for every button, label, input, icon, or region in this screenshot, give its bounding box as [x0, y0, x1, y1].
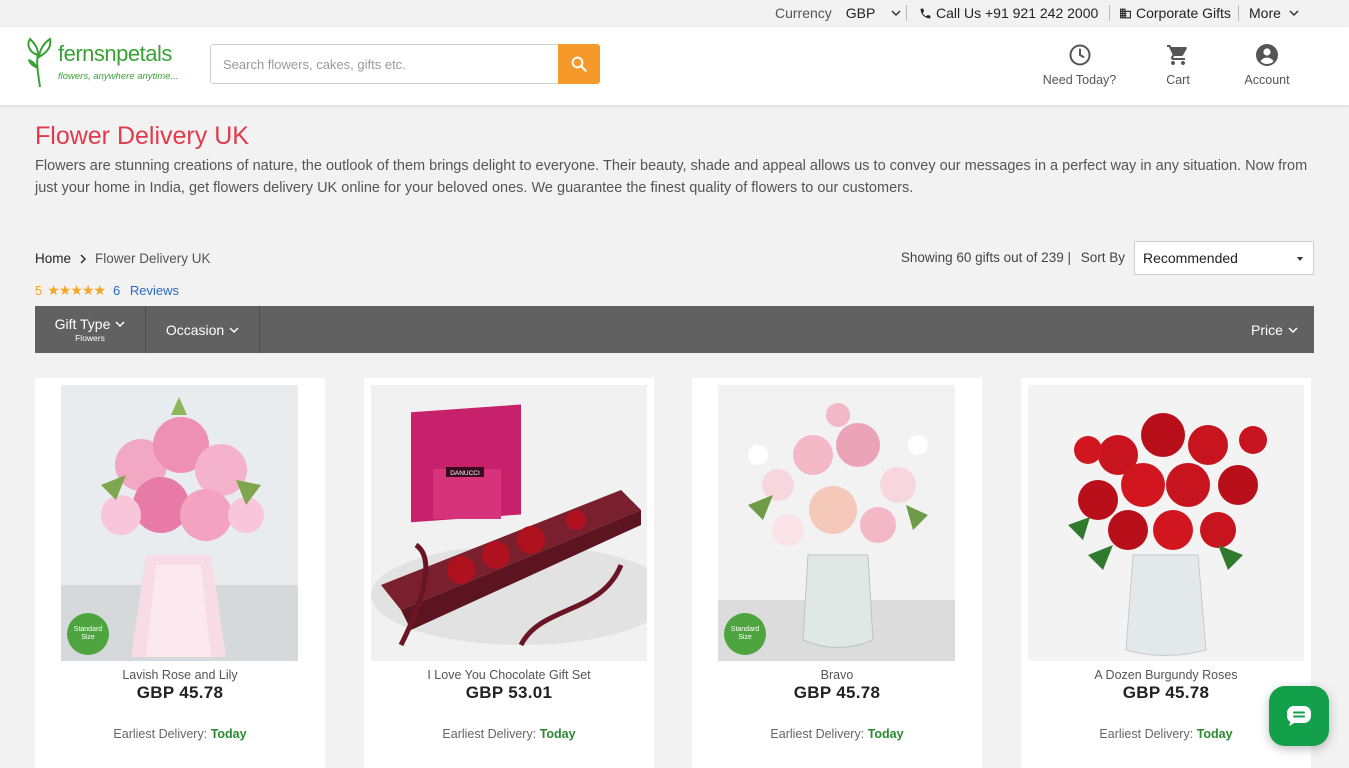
breadcrumb-current: Flower Delivery UK: [95, 251, 211, 266]
divider: [906, 5, 907, 21]
earliest-delivery: Earliest Delivery: Today: [692, 727, 982, 741]
chevron-down-icon: [229, 326, 239, 333]
product-price: GBP 53.01: [465, 683, 553, 702]
corporate-gifts-label: Corporate Gifts: [1136, 5, 1231, 21]
currency-label: Currency: [775, 5, 832, 21]
product-card[interactable]: Standard Size Bravo GBP 45.78 Earliest D…: [692, 378, 982, 768]
building-icon: [1120, 8, 1131, 18]
phone-icon: [920, 8, 931, 18]
burgundy-roses-vase-image: [1028, 385, 1304, 661]
product-price: GBP 45.78: [136, 683, 224, 702]
filter-occasion[interactable]: Occasion: [146, 306, 260, 353]
product-name[interactable]: Lavish Rose and Lily: [35, 668, 325, 682]
chat-button[interactable]: [1269, 686, 1329, 746]
danucci-box-label: DANUCCI: [450, 470, 480, 477]
earliest-delivery: Earliest Delivery: Today: [35, 727, 325, 741]
chevron-down-icon: [1288, 326, 1298, 333]
search-button[interactable]: [558, 44, 600, 84]
need-today-label: Need Today?: [1042, 73, 1117, 87]
call-us-label: Call Us +91 921 242 2000: [936, 5, 1099, 21]
page-title: Flower Delivery UK: [35, 122, 249, 150]
sort-selected-value: Recommended: [1143, 250, 1238, 266]
earliest-delivery: Earliest Delivery: Today: [364, 727, 654, 741]
filter-occasion-label: Occasion: [165, 321, 225, 338]
divider: [1238, 5, 1239, 21]
flower-logo-icon: [27, 37, 52, 88]
sort-by-label: Sort By: [1080, 250, 1125, 265]
reviews-count: 6: [113, 283, 121, 298]
delivery-value: Today: [1196, 727, 1233, 741]
filter-price-label: Price: [1251, 321, 1283, 338]
product-name[interactable]: Bravo: [692, 668, 982, 682]
clock-icon: [1069, 44, 1090, 66]
more-menu[interactable]: More: [1249, 5, 1299, 21]
delivery-label: Earliest Delivery:: [770, 727, 865, 741]
product-image[interactable]: [1028, 385, 1304, 661]
search-box: [210, 44, 600, 84]
breadcrumb-home-link[interactable]: Home: [35, 251, 71, 266]
more-label: More: [1249, 5, 1281, 21]
chocolate-gift-set-image: DANUCCI: [371, 385, 647, 661]
logo-text: fernsnpetals: [58, 41, 172, 66]
product-image[interactable]: DANUCCI: [371, 385, 647, 661]
breadcrumb: Home Flower Delivery UK: [35, 251, 211, 266]
product-image[interactable]: Standard Size: [61, 385, 298, 661]
reviews-link[interactable]: 6 Reviews: [113, 283, 179, 298]
chevron-down-icon: [891, 10, 901, 17]
chevron-down-icon: [115, 321, 125, 328]
standard-size-badge: Standard Size: [67, 613, 109, 655]
filter-price[interactable]: Price: [1235, 306, 1314, 353]
divider: [1109, 5, 1110, 21]
rating-score: 5: [35, 283, 43, 298]
delivery-value: Today: [539, 727, 576, 741]
results-summary: Showing 60 gifts out of 239 | Sort By: [901, 250, 1125, 265]
filter-gift-type-label: Gift Type: [54, 316, 111, 332]
product-price: GBP 45.78: [1122, 683, 1210, 702]
product-image[interactable]: Standard Size: [718, 385, 955, 661]
delivery-label: Earliest Delivery:: [1099, 727, 1194, 741]
currency-value: GBP: [845, 5, 876, 21]
standard-size-badge: Standard Size: [724, 613, 766, 655]
search-input[interactable]: [211, 45, 559, 83]
cart-button[interactable]: Cart: [1150, 43, 1206, 87]
product-card[interactable]: Standard Size Lavish Rose and Lily GBP 4…: [35, 378, 325, 768]
page-description: Flowers are stunning creations of nature…: [35, 158, 1308, 196]
reviews-label: Reviews: [129, 283, 179, 298]
delivery-label: Earliest Delivery:: [442, 727, 537, 741]
corporate-gifts-link[interactable]: Corporate Gifts: [1119, 5, 1231, 21]
earliest-delivery: Earliest Delivery: Today: [1021, 727, 1311, 741]
need-today-button[interactable]: Need Today?: [1042, 43, 1117, 87]
product-name[interactable]: I Love You Chocolate Gift Set: [364, 668, 654, 682]
sort-select[interactable]: Recommended: [1134, 241, 1314, 275]
logo-tagline: flowers, anywhere anytime...: [58, 71, 179, 82]
currency-selector[interactable]: Currency GBP: [775, 5, 901, 21]
account-icon: [1256, 44, 1278, 66]
product-card[interactable]: DANUCCI I Love You Chocolate Gift Set GB…: [364, 378, 654, 768]
filter-gift-type[interactable]: Gift Type Flowers: [35, 306, 146, 353]
filter-bar: Gift Type Flowers Occasion Price: [35, 306, 1314, 353]
site-logo[interactable]: fernsnpetals flowers, anywhere anytime..…: [24, 31, 194, 91]
call-us-link[interactable]: Call Us +91 921 242 2000: [919, 5, 1098, 21]
filter-gift-type-value: Flowers: [75, 333, 105, 343]
product-name[interactable]: A Dozen Burgundy Roses: [1021, 668, 1311, 682]
delivery-label: Earliest Delivery:: [113, 727, 208, 741]
star-rating-icon: ★★★★★: [47, 282, 106, 298]
product-card[interactable]: A Dozen Burgundy Roses GBP 45.78 Earlies…: [1021, 378, 1311, 768]
caret-down-icon: [1297, 257, 1303, 261]
cart-label: Cart: [1166, 73, 1190, 87]
delivery-value: Today: [867, 727, 904, 741]
site-header: fernsnpetals flowers, anywhere anytime..…: [0, 27, 1349, 106]
delivery-value: Today: [210, 727, 247, 741]
account-button[interactable]: Account: [1236, 43, 1298, 87]
rating-summary: 5 ★★★★★ 6 Reviews: [35, 282, 179, 299]
chevron-down-icon: [1289, 10, 1299, 17]
search-icon: [571, 56, 587, 72]
chat-icon: [1287, 706, 1311, 726]
account-label: Account: [1244, 73, 1290, 87]
showing-count: Showing 60 gifts out of 239 |: [900, 250, 1071, 265]
chevron-right-icon: [80, 253, 87, 264]
product-price: GBP 45.78: [793, 683, 881, 702]
top-utility-bar: Currency GBP Call Us +91 921 242 2000 Co…: [0, 0, 1349, 27]
cart-icon: [1167, 45, 1187, 65]
